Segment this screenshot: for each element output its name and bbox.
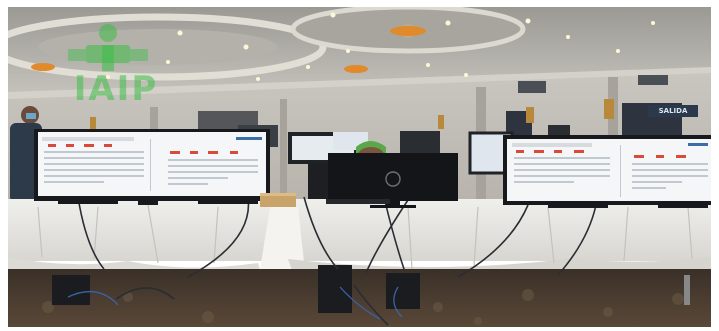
event-room-photo: IAIP SALIDA: [8, 7, 711, 327]
wall-sconce: [526, 107, 534, 123]
wall-sconce: [438, 115, 444, 129]
right-monitor: [503, 135, 711, 208]
table-cloth: [8, 199, 711, 261]
cpu-tower: [318, 265, 352, 313]
iaip-watermark-logo: IAIP: [56, 21, 176, 109]
wooden-box-top: [260, 193, 296, 196]
table-leg: [684, 275, 690, 305]
left-monitor: [34, 129, 270, 205]
air-vent: [518, 81, 546, 93]
carpet-floor: [8, 269, 711, 327]
air-vent: [638, 75, 668, 85]
wall-sconce: [604, 99, 614, 119]
wall-column: [280, 99, 287, 209]
pendant-lamp: [31, 63, 55, 71]
cpu-tower: [52, 275, 90, 305]
logo-text: IAIP: [73, 69, 159, 109]
wall-sconce: [90, 117, 96, 129]
exit-sign: SALIDA: [648, 105, 698, 117]
pendant-lamp: [344, 65, 368, 73]
chandelier: [390, 26, 426, 36]
face-mask: [26, 113, 36, 119]
keyboard: [326, 199, 390, 204]
cpu-tower: [386, 273, 420, 309]
